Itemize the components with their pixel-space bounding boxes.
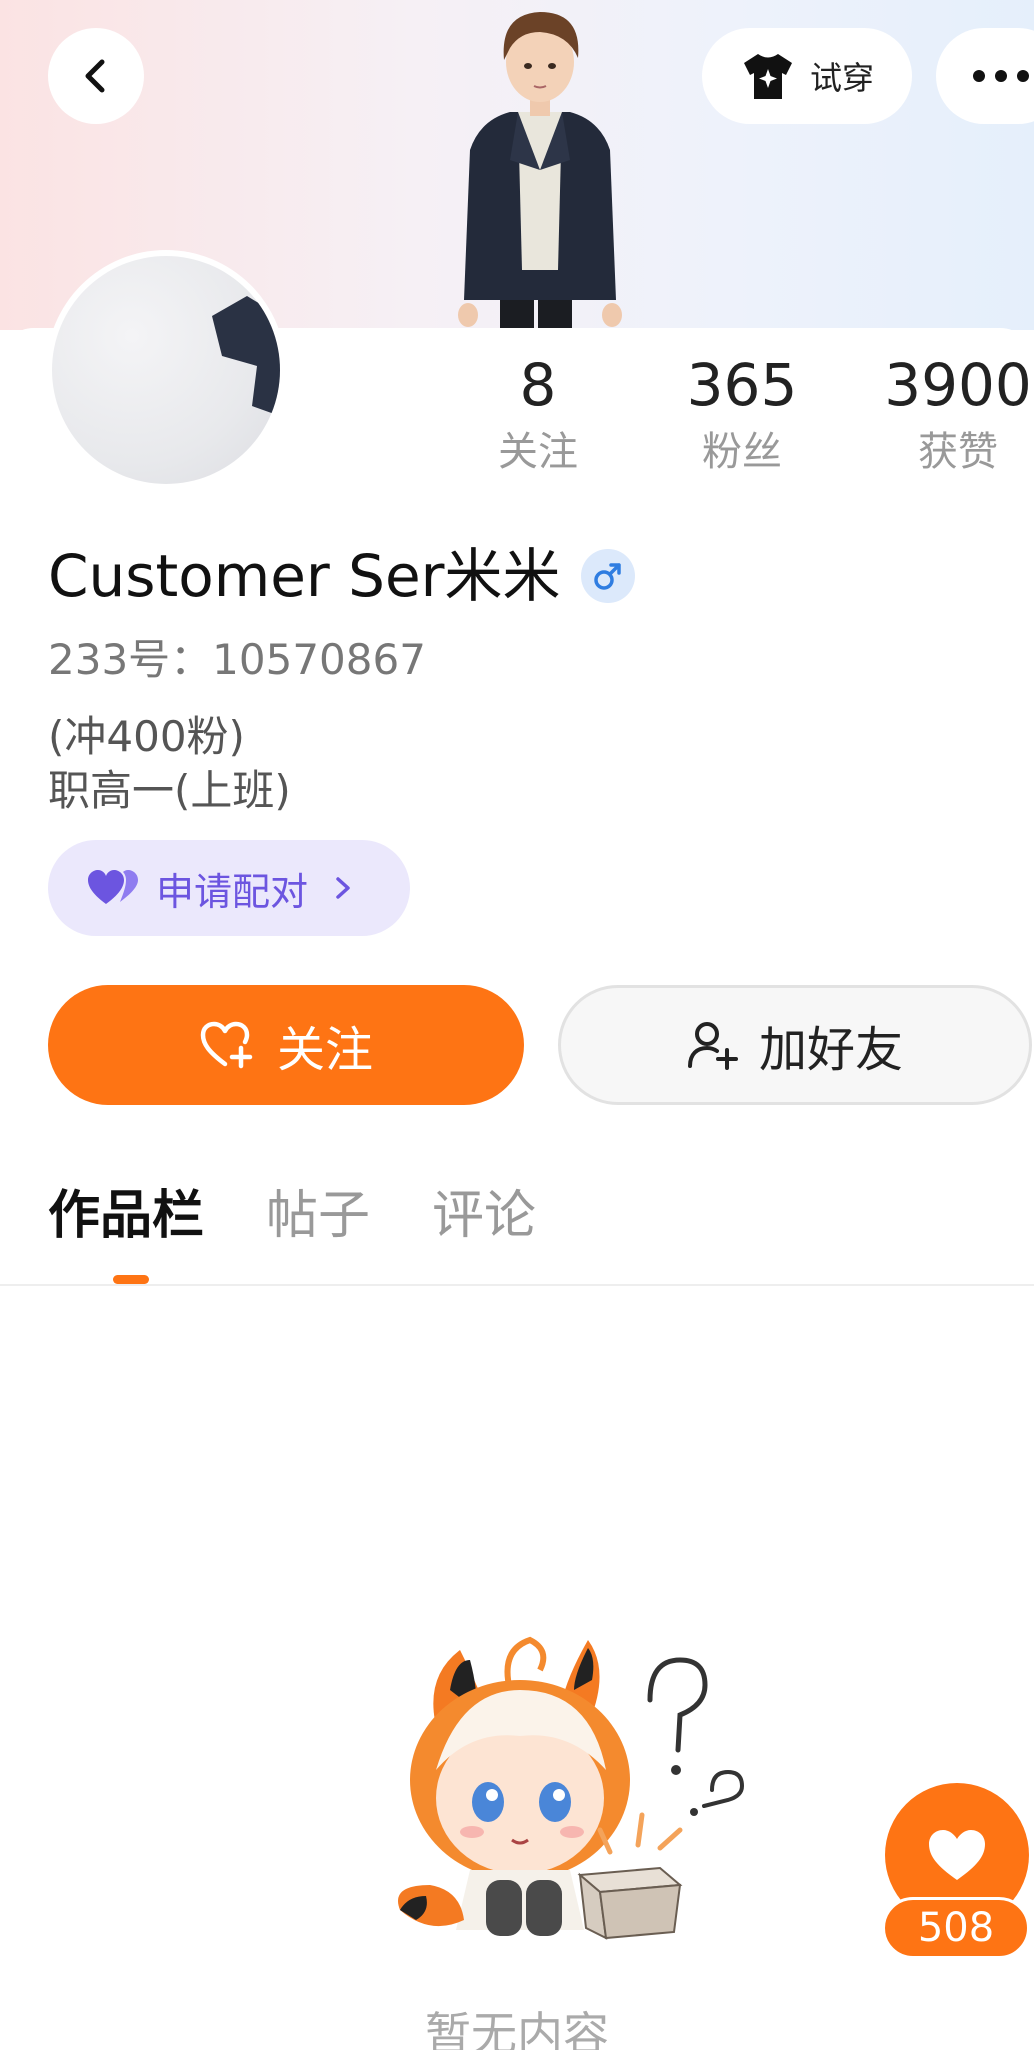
stat-following-label: 关注 [498,429,578,475]
stat-likes-count: 3900 [884,351,1032,419]
more-options-button[interactable] [936,28,1034,124]
empty-state-illustration [398,1636,745,1940]
add-friend-label: 加好友 [758,1022,903,1078]
avatar-image [52,256,280,484]
stat-fans[interactable]: 365 粉丝 [672,350,812,480]
tshirt-icon [743,54,792,99]
more-dots-icon [973,70,1029,82]
follow-button[interactable]: 关注 [48,985,524,1105]
stat-fans-label: 粉丝 [702,429,782,475]
tab-posts[interactable]: 帖子 [266,1180,370,1252]
male-icon [580,549,635,603]
double-heart-icon [88,870,138,904]
stat-fans-count: 365 [686,351,798,419]
apply-pairing-label: 申请配对 [156,869,309,914]
3d-avatar-figure [458,12,622,330]
follow-label: 关注 [276,1022,373,1078]
user-id: 233号：10570867 [48,635,426,684]
tab-works[interactable]: 作品栏 [48,1180,204,1252]
heart-plus-icon [200,1021,253,1069]
bio-line-2: 职高一(上班) [48,766,291,815]
back-button[interactable] [48,28,144,124]
bio: (冲400粉) 职高一(上班) [48,710,291,818]
chevron-left-icon [85,59,105,93]
apply-pairing-button[interactable]: 申请配对 [48,840,410,936]
try-on-button[interactable]: 试穿 [702,28,912,124]
stat-following[interactable]: 8 关注 [478,350,598,480]
stat-likes[interactable]: 3900 获赞 [878,350,1034,480]
content-tabs: 作品栏 帖子 评论 [48,1180,536,1252]
bio-line-1: (冲400粉) [48,712,245,761]
like-floating-button[interactable]: 508 [882,1783,1030,1973]
stat-likes-label: 获赞 [918,429,998,475]
like-count: 508 [882,1897,1030,1959]
active-tab-indicator [113,1275,149,1284]
avatar[interactable] [46,250,286,490]
heart-icon [929,1830,985,1880]
empty-state-text: 暂无内容 [425,2007,609,2050]
tabs-divider [0,1284,1034,1286]
name-row: Customer Ser米米 [48,540,635,612]
add-friend-button[interactable]: 加好友 [558,985,1032,1105]
try-on-label: 试穿 [809,59,874,97]
stat-following-count: 8 [519,351,557,419]
profile-name: Customer Ser米米 [48,542,561,610]
tab-comments[interactable]: 评论 [432,1180,536,1252]
person-add-icon [687,1022,738,1070]
chevron-right-icon [336,877,350,899]
